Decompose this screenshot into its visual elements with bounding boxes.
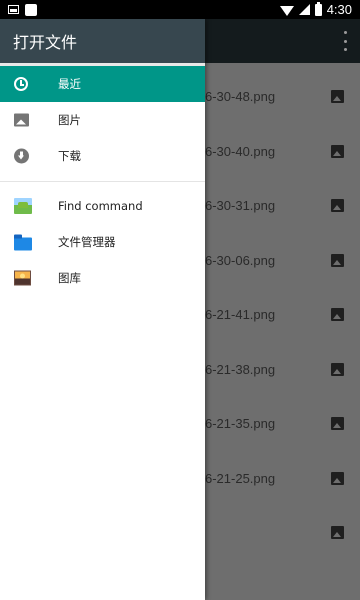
drawer-item-label: 最近 — [58, 77, 81, 91]
drawer-item-images[interactable]: 图片 — [0, 102, 205, 138]
signal-icon — [298, 4, 310, 15]
file-name: 6-30-31.png — [205, 197, 276, 213]
status-bar: 4:30 — [0, 0, 360, 19]
battery-icon — [314, 1, 322, 16]
drawer-item-downloads[interactable]: 下载 — [0, 138, 205, 174]
image-icon — [14, 113, 29, 127]
image-file-icon — [331, 144, 344, 158]
drawer-item-label: Find command — [58, 199, 143, 213]
image-file-icon — [331, 89, 344, 103]
overflow-menu-icon[interactable] — [343, 31, 347, 51]
drawer-item-label: 文件管理器 — [58, 235, 116, 249]
image-file-icon — [331, 198, 344, 212]
folder-icon — [14, 234, 32, 251]
drawer-item-label: 下载 — [58, 149, 81, 163]
file-name: 6-21-35.png — [205, 415, 276, 431]
image-file-icon — [331, 416, 344, 430]
image-file-icon — [331, 362, 344, 376]
drawer-title: 打开文件 — [13, 33, 78, 52]
find-command-app-icon — [14, 198, 32, 214]
clock-icon — [14, 77, 28, 91]
image-file-icon — [331, 471, 344, 485]
gallery-icon — [14, 270, 31, 286]
file-name: 6-30-06.png — [205, 252, 276, 268]
file-name: 6-21-25.png — [205, 470, 276, 486]
wifi-icon — [279, 5, 294, 16]
square-notification-icon — [25, 3, 37, 16]
drawer-item-label: 图库 — [58, 271, 81, 285]
file-name: 6-30-48.png — [205, 88, 276, 104]
drawer-item-gallery[interactable]: 图库 — [0, 260, 205, 296]
image-file-icon — [331, 525, 344, 539]
drawer-item-recent[interactable]: 最近 — [0, 66, 205, 102]
drawer-header: 打开文件 — [0, 19, 205, 63]
file-name: 6-21-41.png — [205, 306, 276, 322]
drawer-item-find-command[interactable]: Find command — [0, 188, 205, 224]
drawer-item-label: 图片 — [58, 113, 81, 127]
navigation-drawer: 打开文件 最近 图片 下载 Find command 文件管理器 图库 — [0, 19, 205, 600]
image-file-icon — [331, 307, 344, 321]
drawer-item-file-manager[interactable]: 文件管理器 — [0, 224, 205, 260]
status-time: 4:30 — [326, 2, 352, 17]
image-notification-icon — [8, 5, 19, 14]
file-name: 6-30-40.png — [205, 143, 276, 159]
file-name: 6-21-38.png — [205, 361, 276, 377]
download-icon — [14, 148, 29, 164]
drawer-divider — [0, 181, 205, 182]
image-file-icon — [331, 253, 344, 267]
